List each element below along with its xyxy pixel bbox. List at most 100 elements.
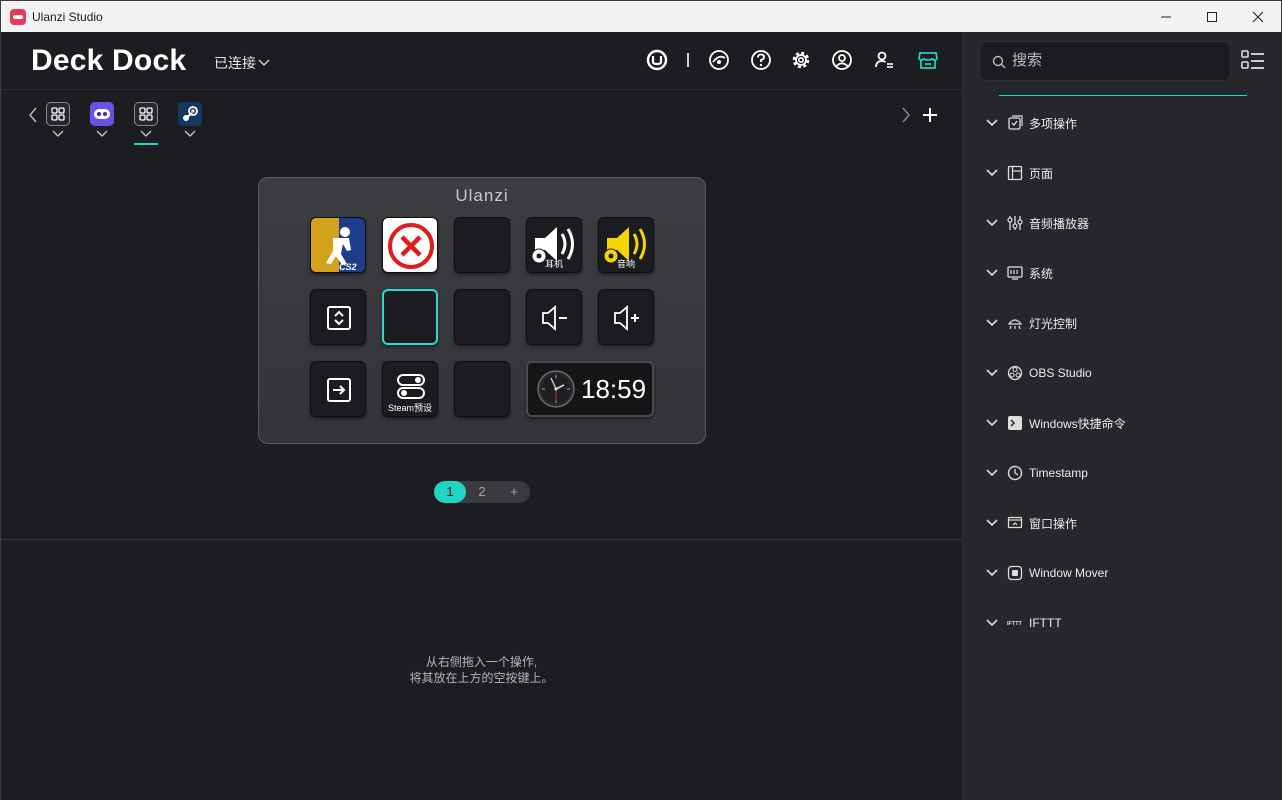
chevron-right-icon[interactable] [901, 107, 911, 123]
key-enter-folder[interactable] [310, 361, 366, 417]
key-empty[interactable] [454, 289, 510, 345]
category-label: 音频播放器 [1029, 216, 1090, 231]
multi-action-icon [1008, 115, 1023, 130]
connection-dropdown[interactable]: 已连接 [214, 53, 270, 73]
chevron-left-icon[interactable] [28, 107, 38, 123]
chevron-down-icon [986, 269, 998, 277]
category-label: OBS Studio [1029, 366, 1092, 380]
profile-item-steam[interactable] [178, 102, 202, 126]
chevron-down-icon[interactable] [184, 130, 196, 138]
category-light[interactable]: 灯光控制 [985, 309, 1265, 337]
key-empty-selected[interactable] [382, 289, 438, 345]
chevron-down-icon [986, 469, 998, 477]
key-cs2[interactable]: CS2 [310, 217, 366, 273]
key-clock[interactable]: 18:59 [526, 361, 654, 417]
page-switch-icon [327, 306, 351, 330]
ulanzi-logo-icon[interactable] [646, 49, 668, 71]
cs2-game-icon: CS2 [311, 218, 365, 272]
cs2-label: CS2 [339, 262, 357, 272]
profile-item-grid[interactable] [46, 102, 70, 126]
profile-strip [1, 90, 962, 150]
settings-gear-icon[interactable] [790, 49, 812, 71]
key-steam-preset[interactable]: Steam预设 [382, 361, 438, 417]
chevron-down-icon[interactable] [52, 130, 64, 138]
account-icon[interactable] [831, 49, 853, 71]
user-management-icon[interactable] [873, 49, 895, 71]
hint-line-1: 从右侧拖入一个操作, [425, 655, 538, 669]
page-icon [1007, 165, 1023, 181]
chevron-down-icon [986, 319, 998, 327]
category-page[interactable]: 页面 [985, 159, 1265, 187]
panel-divider [1, 539, 962, 540]
search-input[interactable] [1012, 52, 1212, 69]
category-obs[interactable]: OBS Studio [985, 359, 1265, 387]
category-label: Timestamp [1029, 466, 1088, 480]
robot-app-icon [90, 102, 114, 126]
system-icon [1007, 266, 1023, 280]
brand-title: Deck Dock [31, 44, 187, 77]
main-area: Deck Dock 已连接 Ulanzi CS2 耳机 音响 Steam预设 1… [1, 32, 962, 800]
key-headphone-output[interactable]: 耳机 [526, 217, 582, 273]
active-profile-indicator [134, 143, 158, 145]
chevron-down-icon [986, 119, 998, 127]
profile-item-grid-active[interactable] [134, 102, 158, 126]
category-label: 系统 [1029, 266, 1054, 281]
key-label: 音响 [616, 259, 635, 269]
chevron-down-icon[interactable] [140, 130, 152, 138]
help-icon[interactable] [750, 49, 772, 71]
terminal-icon [1008, 416, 1022, 430]
grid-icon [139, 107, 153, 121]
page-tab-2[interactable]: 2 [466, 481, 498, 503]
page-tab-1[interactable]: 1 [434, 481, 466, 503]
list-view-icon[interactable] [1241, 50, 1265, 72]
obs-icon [1007, 365, 1023, 381]
key-label: 耳机 [544, 259, 563, 269]
deck-brand: Ulanzi [455, 186, 509, 205]
chevron-down-icon [986, 169, 998, 177]
steam-icon [178, 102, 202, 126]
key-volume-up[interactable] [598, 289, 654, 345]
light-icon [1007, 319, 1023, 330]
key-volume-down[interactable] [526, 289, 582, 345]
volume-up-icon [614, 305, 639, 331]
close-button[interactable] [1235, 1, 1281, 32]
chevron-down-icon[interactable] [96, 130, 108, 138]
key-close[interactable] [382, 217, 438, 273]
header: Deck Dock 已连接 [1, 32, 962, 90]
category-multi-action[interactable]: 多项操作 [985, 109, 1265, 137]
key-label: Steam预设 [387, 403, 432, 413]
category-label: 窗口操作 [1029, 516, 1078, 531]
chevron-down-icon [258, 59, 270, 66]
maximize-icon [1207, 11, 1217, 22]
category-system[interactable]: 系统 [985, 259, 1265, 287]
theme-palette-icon[interactable] [708, 49, 730, 71]
audio-mixer-icon [1007, 216, 1023, 230]
hint-line-2: 将其放在上方的空按键上。 [409, 671, 554, 685]
store-icon[interactable] [917, 49, 939, 71]
window-mover-icon [1007, 565, 1023, 581]
chevron-down-icon [986, 569, 998, 577]
key-empty[interactable] [454, 217, 510, 273]
category-label: IFTTT [1029, 616, 1062, 630]
add-page-button[interactable]: + [498, 481, 530, 503]
connection-status: 已连接 [214, 55, 256, 71]
minimize-icon [1161, 16, 1171, 17]
minimize-button[interactable] [1143, 1, 1189, 32]
category-label: 多项操作 [1029, 116, 1078, 131]
category-terminal[interactable]: Windows快捷命令 [985, 409, 1265, 437]
category-window[interactable]: 窗口操作 [985, 509, 1265, 537]
category-audio-mixer[interactable]: 音频播放器 [985, 209, 1265, 237]
category-clock[interactable]: Timestamp [985, 459, 1265, 487]
category-ifttt[interactable]: IFTTT IFTTT [985, 609, 1265, 637]
key-empty[interactable] [454, 361, 510, 417]
app-title: Ulanzi Studio [32, 9, 103, 24]
category-window-mover[interactable]: Window Mover [985, 559, 1265, 587]
search-icon [992, 55, 1006, 69]
key-page-switch[interactable] [310, 289, 366, 345]
maximize-button[interactable] [1189, 1, 1235, 32]
profile-item-bot[interactable] [90, 102, 114, 126]
key-speaker-output[interactable]: 音响 [598, 217, 654, 273]
ifttt-icon: IFTTT [1007, 621, 1023, 627]
add-profile-icon[interactable] [922, 107, 938, 123]
chevron-down-icon [986, 519, 998, 527]
